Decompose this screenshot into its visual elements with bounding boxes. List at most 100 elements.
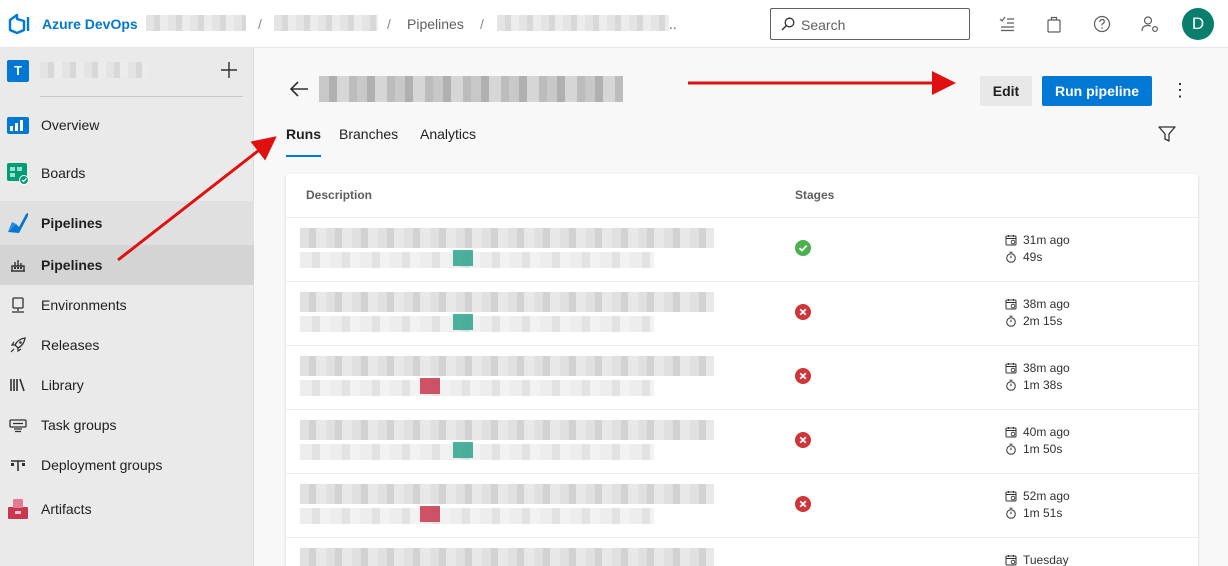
- branch-tag: [420, 506, 440, 522]
- run-age-text: 40m ago: [1023, 425, 1070, 439]
- run-details: [300, 316, 654, 332]
- run-duration-text: 49s: [1023, 250, 1043, 264]
- run-duration: 1m 50s: [1005, 442, 1062, 456]
- stage-failed-icon[interactable]: [795, 432, 811, 448]
- project-badge[interactable]: T: [7, 60, 29, 82]
- nav-label: Releases: [41, 337, 100, 353]
- nav-releases[interactable]: Releases: [0, 325, 254, 365]
- branch-tag: [420, 378, 440, 394]
- row-divider: [286, 537, 1198, 538]
- breadcrumb-separator: /: [258, 16, 262, 32]
- active-tab-indicator: [286, 155, 321, 157]
- tab-branches[interactable]: Branches: [339, 126, 398, 142]
- breadcrumb-project[interactable]: [274, 15, 378, 31]
- nav-label: Pipelines: [41, 215, 103, 231]
- breadcrumb-pipeline-name[interactable]: [497, 15, 669, 31]
- back-arrow-icon[interactable]: [289, 80, 309, 98]
- plus-icon[interactable]: [219, 60, 239, 80]
- nav-boards[interactable]: Boards: [0, 153, 254, 193]
- tab-runs[interactable]: Runs: [286, 126, 321, 142]
- nav-environments[interactable]: Environments: [0, 285, 254, 325]
- run-age-text: 52m ago: [1023, 489, 1070, 503]
- row-divider: [286, 345, 1198, 346]
- stage-success-icon[interactable]: [795, 240, 811, 256]
- stopwatch-icon: [1006, 315, 1016, 327]
- column-header-stages: Stages: [795, 188, 835, 202]
- run-age-text: 38m ago: [1023, 361, 1070, 375]
- more-actions-icon[interactable]: ⋮: [1170, 81, 1190, 101]
- nav-label: Pipelines: [41, 257, 103, 273]
- project-name[interactable]: [40, 62, 148, 78]
- pipeline-title: [319, 76, 623, 102]
- brand-name[interactable]: Azure DevOps: [42, 16, 138, 32]
- calendar-icon: [1005, 491, 1017, 502]
- calendar-icon: [1005, 363, 1017, 374]
- run-duration-text: 2m 15s: [1023, 314, 1063, 328]
- search-box[interactable]: [770, 8, 970, 40]
- deployment-groups-icon: [11, 460, 25, 471]
- branch-tag: [453, 442, 473, 458]
- user-settings-icon[interactable]: [1140, 14, 1160, 34]
- filter-icon[interactable]: [1158, 125, 1176, 143]
- nav-pipelines-hub[interactable]: Pipelines: [0, 201, 254, 245]
- stage-failed-icon[interactable]: [795, 496, 811, 512]
- calendar-icon: [1005, 427, 1017, 438]
- run-age-text: 38m ago: [1023, 297, 1070, 311]
- nav-label: Overview: [41, 117, 100, 133]
- breadcrumb-separator: /: [480, 16, 484, 32]
- run-description[interactable]: [300, 356, 714, 376]
- run-details: [300, 508, 654, 524]
- run-age-text: Tuesday: [1023, 553, 1069, 566]
- run-duration-text: 1m 50s: [1023, 442, 1063, 456]
- artifacts-icon: [8, 499, 28, 519]
- nav-task-groups[interactable]: Task groups: [0, 405, 254, 445]
- breadcrumb-organization[interactable]: [146, 15, 246, 31]
- run-description[interactable]: [300, 548, 714, 566]
- library-icon: [10, 378, 25, 392]
- run-age: 31m ago: [1005, 233, 1070, 247]
- task-groups-icon: [9, 419, 27, 433]
- run-pipeline-button[interactable]: Run pipeline: [1042, 76, 1152, 106]
- run-age: 40m ago: [1005, 425, 1070, 439]
- help-icon[interactable]: [1092, 14, 1112, 34]
- run-age: 52m ago: [1005, 489, 1070, 503]
- breadcrumb-separator: /: [387, 16, 391, 32]
- stage-failed-icon[interactable]: [795, 304, 811, 320]
- run-description[interactable]: [300, 484, 714, 504]
- calendar-icon: [1005, 235, 1017, 246]
- releases-rocket-icon: [10, 337, 26, 353]
- run-age: 38m ago: [1005, 361, 1070, 375]
- run-description[interactable]: [300, 228, 714, 248]
- run-age-text: 31m ago: [1023, 233, 1070, 247]
- nav-label: Artifacts: [41, 501, 92, 517]
- run-description[interactable]: [300, 292, 714, 312]
- run-age: Tuesday: [1005, 553, 1069, 566]
- nav-label: Boards: [41, 165, 86, 181]
- breadcrumb-ellipsis: ..: [669, 16, 677, 32]
- row-divider: [286, 409, 1198, 410]
- nav-artifacts[interactable]: Artifacts: [0, 489, 254, 529]
- nav-pipelines[interactable]: Pipelines: [0, 245, 254, 285]
- breadcrumb-pipelines[interactable]: Pipelines: [407, 16, 464, 32]
- nav-label: Environments: [41, 297, 127, 313]
- nav-label: Library: [41, 377, 84, 393]
- calendar-icon: [1005, 299, 1017, 310]
- avatar[interactable]: D: [1182, 8, 1214, 40]
- branch-tag: [453, 250, 473, 266]
- azure-devops-logo-icon[interactable]: [8, 13, 30, 35]
- task-list-icon[interactable]: [997, 14, 1017, 34]
- marketplace-bag-icon[interactable]: [1044, 14, 1064, 34]
- stopwatch-icon: [1006, 379, 1016, 391]
- branch-tag: [453, 314, 473, 330]
- tab-analytics[interactable]: Analytics: [420, 126, 476, 142]
- search-input[interactable]: [801, 15, 961, 35]
- stage-failed-icon[interactable]: [795, 368, 811, 384]
- nav-deployment-groups[interactable]: Deployment groups: [0, 445, 254, 485]
- edit-button[interactable]: Edit: [980, 76, 1032, 106]
- calendar-icon: [1005, 555, 1017, 566]
- run-description[interactable]: [300, 420, 714, 440]
- run-duration: 1m 51s: [1005, 506, 1062, 520]
- nav-overview[interactable]: Overview: [0, 105, 254, 145]
- nav-library[interactable]: Library: [0, 365, 254, 405]
- header-divider: [286, 217, 1198, 218]
